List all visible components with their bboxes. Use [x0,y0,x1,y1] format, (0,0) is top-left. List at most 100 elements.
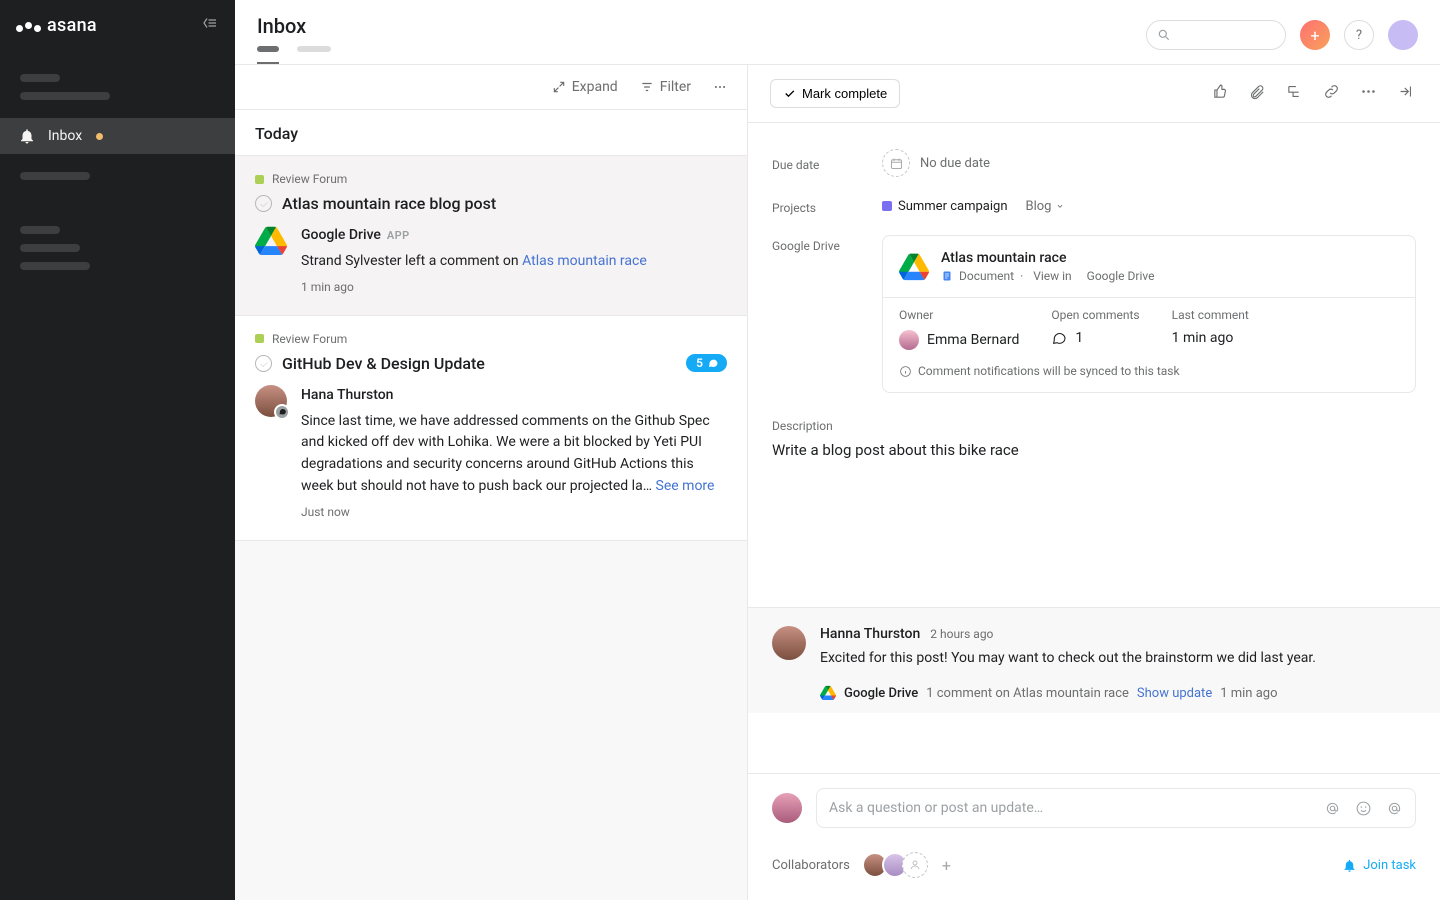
thumb-up-icon [1212,83,1229,100]
mark-complete-button[interactable]: Mark complete [770,79,900,108]
actor-name: Google Drive [301,227,381,243]
meta-label: Open comments [1051,308,1139,322]
open-comments-value: 1 [1051,330,1139,346]
link-icon [1323,83,1340,100]
profile-avatar[interactable] [1388,20,1418,50]
unread-indicator-icon [96,133,103,140]
tabs [257,46,1146,64]
comment-time: 2 hours ago [930,627,993,641]
sync-note: Comment notifications will be synced to … [883,356,1415,392]
inbox-item[interactable]: Review Forum Atlas mountain race blog po… [235,156,747,316]
calendar-icon [889,156,904,171]
sidebar-item-label: Inbox [48,128,82,144]
attach-button[interactable] [1245,79,1270,108]
field-label: Projects [772,197,882,215]
logo[interactable]: asana [16,15,97,36]
join-task-button[interactable]: Join task [1342,858,1416,873]
timestamp: 1 min ago [301,278,727,297]
filter-button[interactable]: Filter [640,79,691,95]
close-detail-button[interactable] [1393,79,1418,108]
actor-name: Hana Thurston [301,385,727,407]
expand-icon [552,80,566,94]
doc-link[interactable]: Atlas mountain race [522,253,647,269]
google-drive-icon [820,685,836,701]
more-button[interactable] [713,80,727,94]
google-drive-icon [255,225,287,257]
project-section-dropdown[interactable]: Blog [1026,199,1066,214]
brand-name: asana [47,15,97,36]
sidebar-placeholder [20,244,80,252]
subtask-icon [1286,83,1303,100]
more-icon [713,80,727,94]
description-text[interactable]: Write a blog post about this bike race [772,441,1416,459]
comment-icon [1051,330,1067,346]
person-icon [909,859,921,871]
attachment-subtitle: Document·View in Google Drive [941,269,1154,283]
field-label: Google Drive [772,235,882,253]
info-icon [899,365,912,378]
document-icon [941,270,953,282]
due-date-field[interactable]: No due date [882,149,1416,177]
inbox-pane: Expand Filter Today Review Forum Atlas m… [235,65,748,900]
bell-icon [1342,858,1357,873]
meta-label: Owner [899,308,1019,322]
page-title: Inbox [257,14,1146,38]
google-drive-attachment-card[interactable]: Atlas mountain race Document·View in Goo… [882,235,1416,393]
task-complete-checkbox[interactable] [255,195,272,212]
inbox-item-title: Atlas mountain race blog post [282,194,496,213]
google-drive-icon [899,252,929,282]
project-tag: Review Forum [255,332,727,346]
show-update-link[interactable]: Show update [1137,686,1212,701]
composer-placeholder: Ask a question or post an update… [829,800,1043,816]
tab-placeholder[interactable] [297,46,331,52]
sidebar-item-inbox[interactable]: Inbox [0,118,235,154]
bell-icon [18,127,36,145]
sidebar-placeholder [20,226,60,234]
check-icon [783,87,796,100]
sidebar-placeholder [20,74,60,82]
add-collaborator-plus[interactable]: + [942,856,951,875]
more-actions-button[interactable] [1356,79,1381,108]
app-badge: APP [387,229,410,242]
comment-sub-icon [274,404,290,420]
at-mention-icon[interactable] [1324,800,1341,817]
expand-button[interactable]: Expand [552,79,618,95]
comment-composer[interactable]: Ask a question or post an update… [816,788,1416,828]
inbox-item[interactable]: Review Forum GitHub Dev & Design Update … [235,316,747,541]
help-button[interactable]: ? [1344,20,1374,50]
meta-label: Last comment [1172,308,1249,322]
copy-link-button[interactable] [1319,79,1344,108]
see-more-link[interactable]: See more [656,478,715,494]
create-button[interactable]: + [1300,20,1330,50]
drive-update-row: Google Drive 1 comment on Atlas mountain… [820,685,1416,701]
timestamp: Just now [301,503,727,522]
attachment-title: Atlas mountain race [941,250,1154,266]
project-chip[interactable]: Summer campaign [882,199,1008,214]
topbar: Inbox + ? [235,0,1440,65]
field-label: Description [772,419,1416,433]
owner-value: Emma Bernard [899,330,1019,350]
collaborators-label: Collaborators [772,858,850,873]
sidebar-collapse-icon[interactable] [201,14,219,36]
sidebar: asana Inbox [0,0,235,900]
close-panel-icon [1397,83,1414,100]
comment: Hanna Thurston 2 hours ago Excited for t… [772,626,1416,701]
more-icon [1360,83,1377,100]
tab-placeholder-active[interactable] [257,46,279,52]
user-avatar [255,385,287,417]
inbox-section-header: Today [235,110,747,156]
like-button[interactable] [1208,79,1233,108]
inbox-item-title: GitHub Dev & Design Update [282,354,485,373]
user-avatar-icon [899,330,919,350]
comment-count-badge: 5 [686,354,727,372]
add-collaborator-button[interactable] [902,852,928,878]
task-detail-pane: Mark complete Due date [748,65,1440,900]
comment-text: Excited for this post! You may want to c… [820,648,1416,669]
at-mention-icon[interactable] [1386,800,1403,817]
search-input[interactable] [1146,20,1286,50]
chevron-down-icon [1055,201,1065,211]
emoji-icon[interactable] [1355,800,1372,817]
current-user-avatar [772,793,802,823]
subtask-button[interactable] [1282,79,1307,108]
task-complete-checkbox[interactable] [255,355,272,372]
